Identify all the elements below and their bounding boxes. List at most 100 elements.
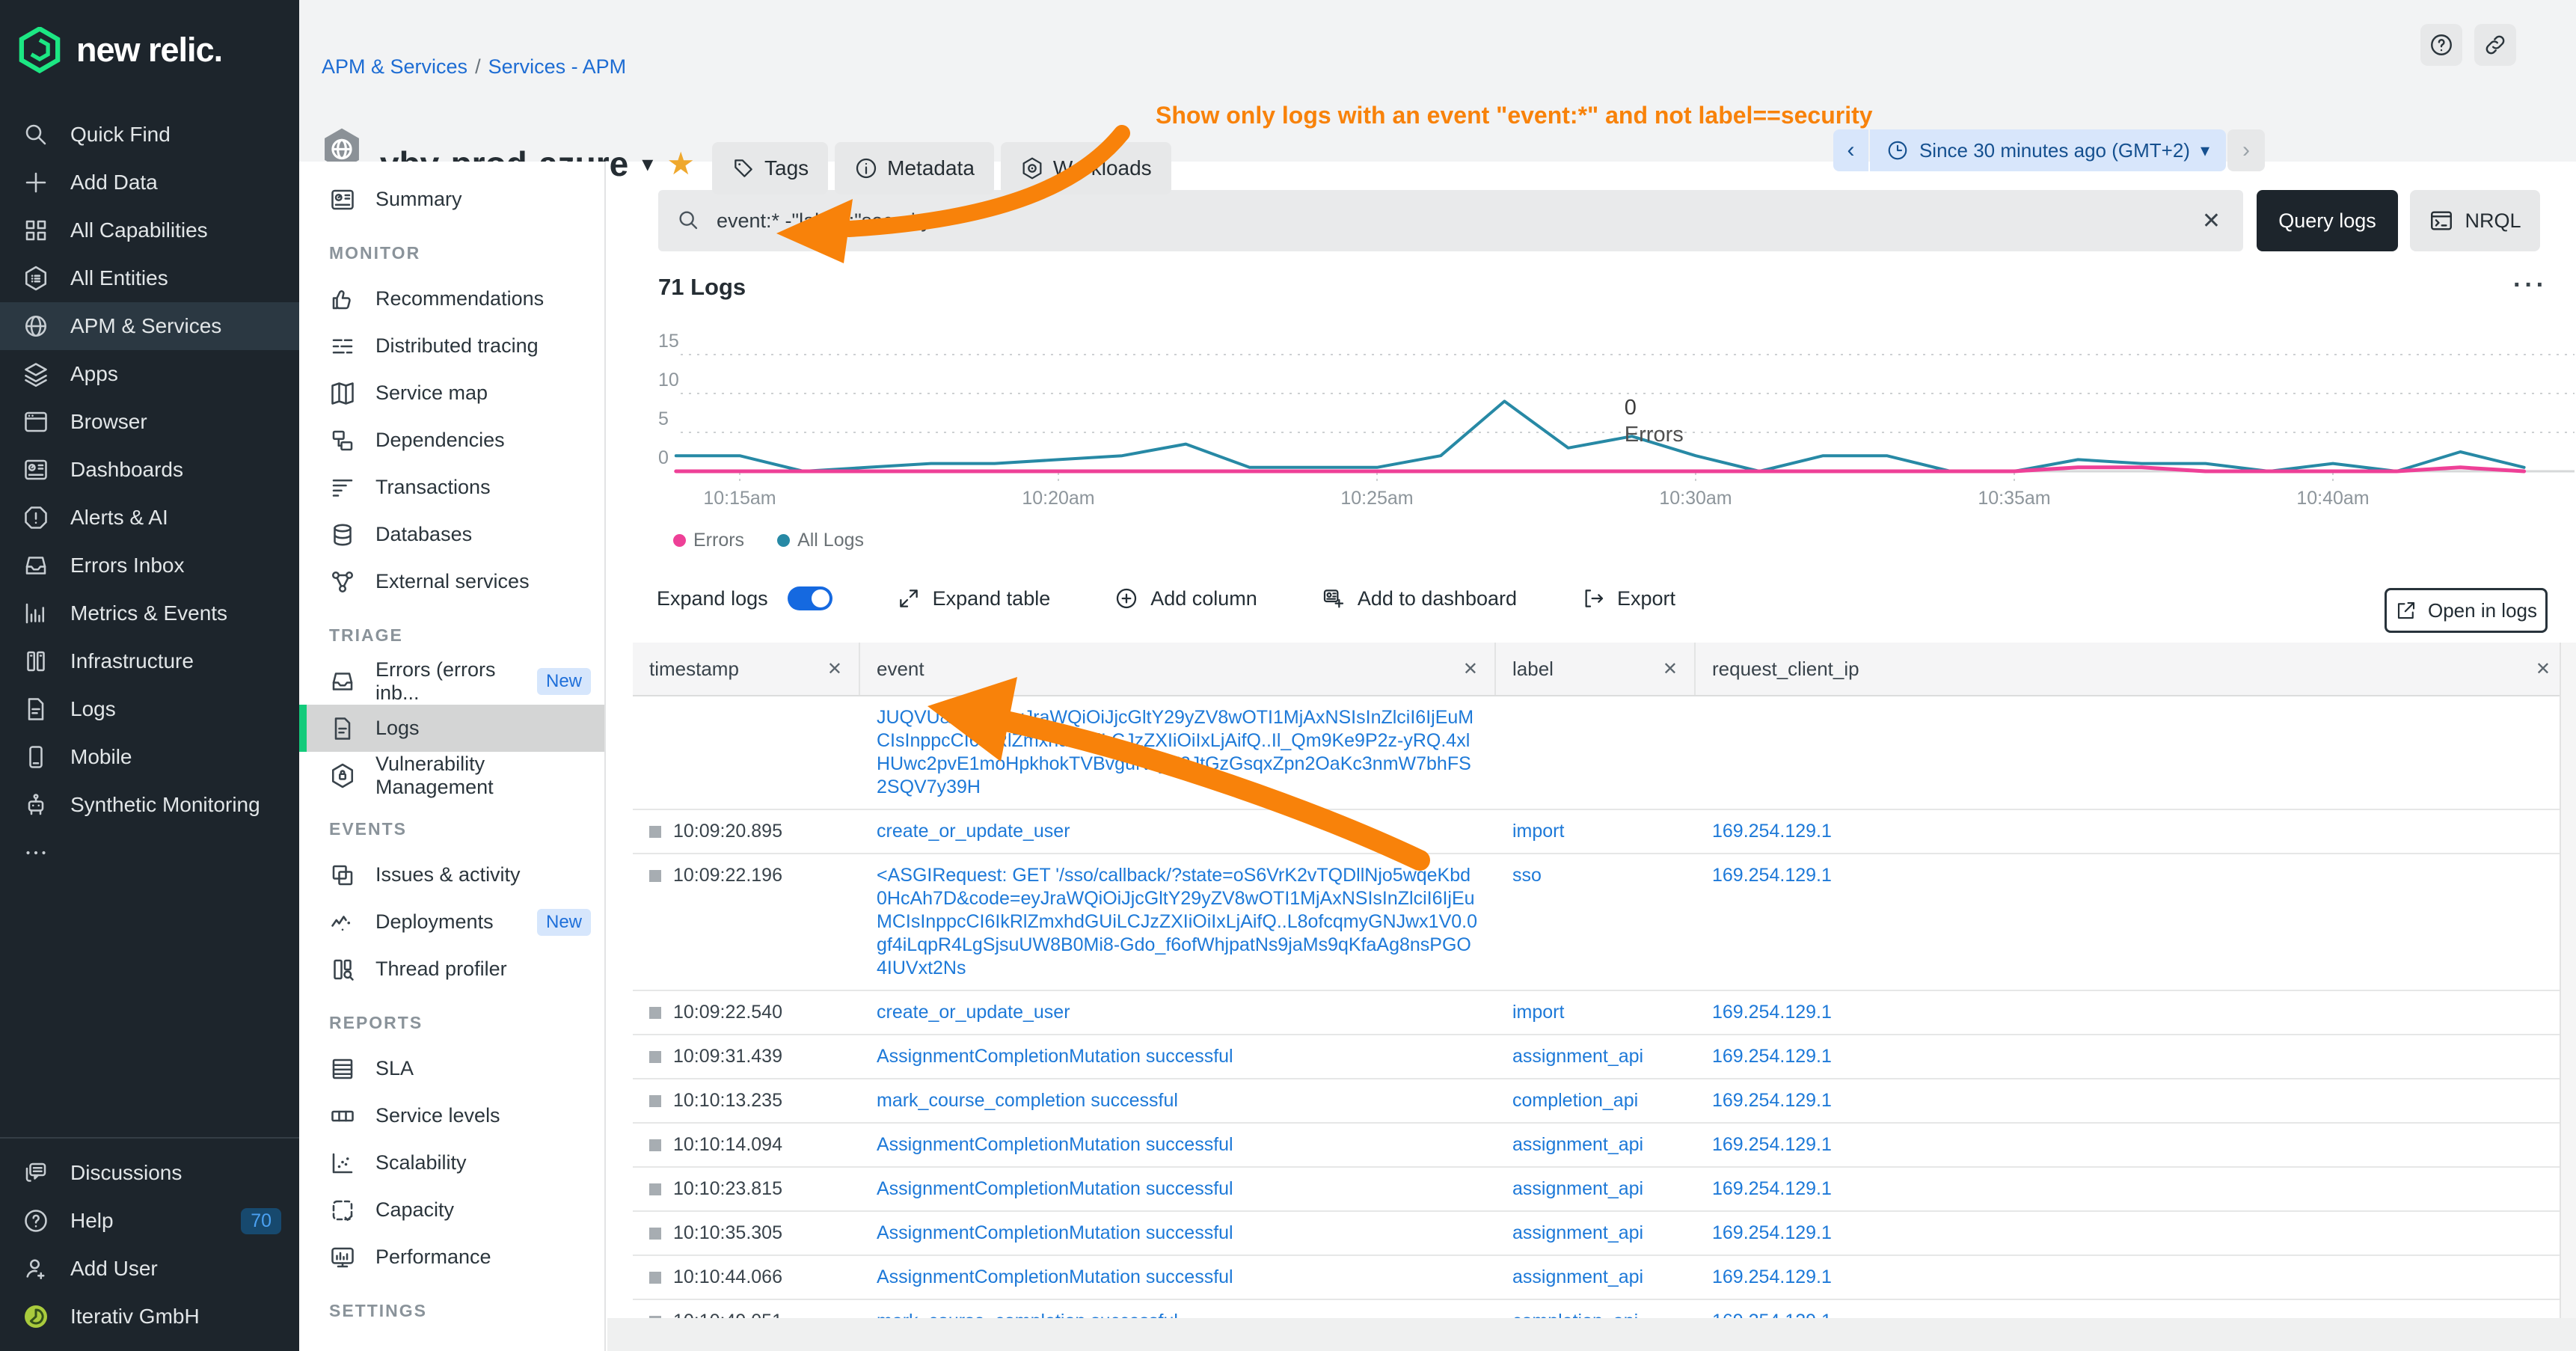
log-event-link[interactable]: AssignmentCompletionMutation successful [877,1046,1233,1067]
log-ip-link[interactable]: 169.254.129.1 [1712,1046,1832,1067]
log-query-input[interactable] [715,209,2198,233]
log-ip-link[interactable]: 169.254.129.1 [1712,1178,1832,1199]
add-to-dashboard-button[interactable]: Add to dashboard [1322,586,1517,610]
row-marker-square[interactable] [649,1272,661,1284]
query-logs-button[interactable]: Query logs [2257,190,2398,251]
subnav-item-summary[interactable]: Summary [299,176,604,223]
new-relic-logo[interactable]: new relic. [0,0,299,96]
export-button[interactable]: Export [1581,586,1675,610]
sidebar-item-quick-find[interactable]: Quick Find [0,111,299,159]
subnav-item-logs[interactable]: Logs [299,705,604,752]
subnav-item-thread-profiler[interactable]: Thread profiler [299,946,604,993]
row-marker-square[interactable] [649,826,661,838]
sidebar-item-synthetic-monitoring[interactable]: Synthetic Monitoring [0,781,299,829]
sidebar-item-add-data[interactable]: Add Data [0,159,299,206]
log-label-link[interactable]: assignment_api [1512,1222,1643,1243]
subnav-item-scalability[interactable]: Scalability [299,1139,604,1186]
chart-menu-button[interactable]: ··· [2513,271,2548,300]
sidebar-item-mobile[interactable]: Mobile [0,733,299,781]
subnav-item-capacity[interactable]: Capacity [299,1186,604,1234]
log-table-row[interactable]: 10:10:14.094 AssignmentCompletionMutatio… [633,1124,2567,1168]
log-event-link[interactable]: AssignmentCompletionMutation successful [877,1134,1233,1155]
log-event-link[interactable]: AssignmentCompletionMutation successful [877,1266,1233,1287]
sidebar-item-apps[interactable]: Apps [0,350,299,398]
table-scrollbar-gutter[interactable] [2560,643,2576,1323]
log-table-row[interactable]: 10:10:35.305 AssignmentCompletionMutatio… [633,1212,2567,1256]
subnav-item-transactions[interactable]: Transactions [299,464,604,511]
sidebar-item-add-user[interactable]: Add User [0,1245,299,1293]
sidebar-item-help[interactable]: Help 70 [0,1197,299,1245]
expand-logs-toggle[interactable] [788,586,832,610]
open-in-logs-button[interactable]: Open in logs [2385,588,2548,633]
legend-item[interactable]: Errors [673,530,744,551]
title-dropdown-caret-icon[interactable]: ▾ [642,151,653,177]
time-range-button[interactable]: Since 30 minutes ago (GMT+2) ▾ [1870,129,2226,171]
subnav-item-service-map[interactable]: Service map [299,370,604,417]
log-table-row[interactable]: 10:10:23.815 AssignmentCompletionMutatio… [633,1168,2567,1212]
log-table-row[interactable]: 10:09:31.439 AssignmentCompletionMutatio… [633,1035,2567,1079]
sidebar-item-alerts-ai[interactable]: Alerts & AI [0,494,299,542]
log-table-row[interactable]: JUQVU&code=eyJraWQiOiJjcGltY29yZV8wOTI1M… [633,696,2567,810]
metadata-button[interactable]: Metadata [835,142,994,194]
log-label-link[interactable]: assignment_api [1512,1266,1643,1287]
row-marker-square[interactable] [649,1007,661,1019]
nrql-button[interactable]: NRQL [2410,190,2540,251]
remove-column-icon[interactable]: ✕ [827,658,842,680]
row-marker-square[interactable] [649,1183,661,1195]
row-marker-square[interactable] [649,1228,661,1240]
subnav-item-databases[interactable]: Databases [299,511,604,558]
time-back-button[interactable]: ‹ [1833,129,1868,171]
log-table-row[interactable]: 10:09:20.895 create_or_update_user impor… [633,810,2567,854]
log-ip-link[interactable]: 169.254.129.1 [1712,1134,1832,1155]
add-column-button[interactable]: Add column [1114,586,1257,610]
time-forward-button[interactable]: › [2227,129,2265,171]
favorite-star-icon[interactable]: ★ [666,148,695,180]
subnav-item-dependencies[interactable]: Dependencies [299,417,604,464]
sidebar-item-infrastructure[interactable]: Infrastructure [0,637,299,685]
subnav-item-errors-inbox[interactable]: Errors (errors inb... New [299,658,604,705]
copy-link-button[interactable] [2474,24,2516,66]
log-event-link[interactable]: AssignmentCompletionMutation successful [877,1178,1233,1199]
log-table-row[interactable]: 10:10:44.066 AssignmentCompletionMutatio… [633,1256,2567,1300]
log-event-link[interactable]: create_or_update_user [877,821,1070,842]
log-label-link[interactable]: completion_api [1512,1090,1638,1111]
row-marker-square[interactable] [649,1095,661,1107]
subnav-item-external-services[interactable]: External services [299,558,604,605]
subnav-item-distributed-tracing[interactable]: Distributed tracing [299,322,604,370]
log-event-link[interactable]: mark_course_completion successful [877,1090,1178,1111]
sidebar-item-all-capabilities[interactable]: All Capabilities [0,206,299,254]
log-ip-link[interactable]: 169.254.129.1 [1712,1002,1832,1023]
subnav-item-issues-activity[interactable]: Issues & activity [299,851,604,898]
remove-column-icon[interactable]: ✕ [1663,658,1678,680]
sidebar-item-discussions[interactable]: Discussions [0,1149,299,1197]
log-label-link[interactable]: assignment_api [1512,1046,1643,1067]
log-event-link[interactable]: AssignmentCompletionMutation successful [877,1222,1233,1243]
row-marker-square[interactable] [649,1051,661,1063]
clear-query-icon[interactable]: ✕ [2198,208,2225,234]
sidebar-item-all-entities[interactable]: All Entities [0,254,299,302]
subnav-item-service-levels[interactable]: Service levels [299,1092,604,1139]
tags-button[interactable]: Tags [712,142,828,194]
log-query-bar[interactable]: ✕ [658,190,2243,251]
log-event-link[interactable]: create_or_update_user [877,1002,1070,1023]
sidebar-item-logs[interactable]: Logs [0,685,299,733]
remove-column-icon[interactable]: ✕ [1463,658,1478,680]
log-label-link[interactable]: import [1512,821,1564,842]
expand-table-button[interactable]: Expand table [897,586,1051,610]
legend-item[interactable]: All Logs [777,530,864,551]
subnav-item-performance[interactable]: Performance [299,1234,604,1281]
workloads-button[interactable]: Workloads [1001,142,1171,194]
log-ip-link[interactable]: 169.254.129.1 [1712,821,1832,842]
sidebar-item-metrics-events[interactable]: Metrics & Events [0,589,299,637]
row-marker-square[interactable] [649,870,661,882]
sidebar-item-more[interactable] [0,829,299,877]
help-button[interactable] [2420,24,2462,66]
log-table-row[interactable]: 10:09:22.196 <ASGIRequest: GET '/sso/cal… [633,854,2567,991]
sidebar-item-errors-inbox[interactable]: Errors Inbox [0,542,299,589]
log-table-row[interactable]: 10:09:22.540 create_or_update_user impor… [633,991,2567,1035]
log-ip-link[interactable]: 169.254.129.1 [1712,1090,1832,1111]
sidebar-item-browser[interactable]: Browser [0,398,299,446]
log-table-row[interactable]: 10:10:13.235 mark_course_completion succ… [633,1079,2567,1124]
column-header-event[interactable]: event✕ [860,643,1496,695]
subnav-item-sla[interactable]: SLA [299,1045,604,1092]
